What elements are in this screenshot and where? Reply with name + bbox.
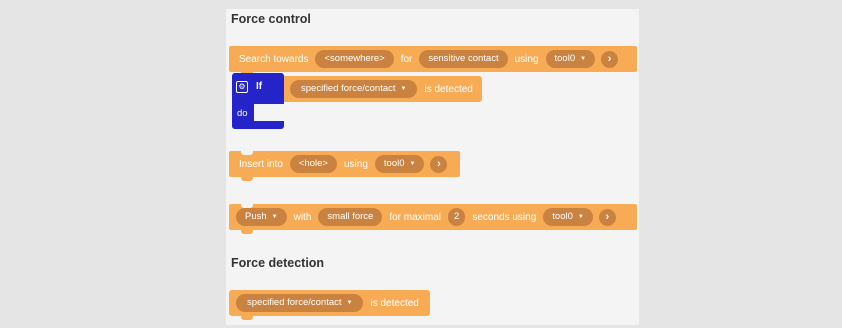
dropdown-caret-icon: ▼	[346, 300, 353, 306]
is-detected-label: is detected	[370, 297, 419, 309]
gear-icon[interactable]: ⚙	[236, 81, 248, 93]
do-label: do	[237, 108, 248, 119]
push-dropdown[interactable]: Push ▼	[236, 208, 287, 226]
if-block[interactable]: ⚙ If do	[232, 73, 284, 129]
insert-into-block[interactable]: Insert into <hole> using tool0 ▼ ›	[229, 151, 460, 181]
condition-dropdown-value: specified force/contact	[301, 83, 396, 94]
condition-dropdown[interactable]: specified force/contact ▼	[290, 80, 418, 98]
tool-dropdown-value: tool0	[554, 53, 576, 64]
push-dropdown-value: Push	[245, 211, 267, 222]
for-label: for	[400, 53, 413, 65]
condition-dropdown-value: specified force/contact	[247, 297, 342, 308]
expand-arrow-icon[interactable]: ›	[601, 50, 619, 68]
insert-into-label: Insert into	[239, 158, 283, 170]
small-force-field[interactable]: small force	[318, 208, 383, 226]
tool-dropdown[interactable]: tool0 ▼	[374, 155, 425, 173]
search-towards-label: Search towards	[239, 53, 309, 65]
tool-dropdown[interactable]: tool0 ▼	[545, 50, 596, 68]
dropdown-caret-icon: ▼	[580, 56, 587, 62]
seconds-using-label: seconds using	[472, 211, 537, 223]
expand-arrow-icon[interactable]: ›	[430, 155, 448, 173]
if-label: If	[256, 81, 263, 92]
is-detected-label: is detected	[424, 83, 473, 95]
tool-dropdown[interactable]: tool0 ▼	[543, 208, 593, 226]
expand-arrow-icon[interactable]: ›	[598, 208, 616, 226]
force-control-heading: Force control	[231, 12, 311, 26]
push-block[interactable]: Push ▼ with small force for maximal 2 sec…	[229, 204, 637, 234]
using-label: using	[514, 53, 539, 65]
dropdown-caret-icon: ▼	[409, 161, 416, 167]
using-label: using	[343, 158, 368, 170]
with-label: with	[293, 211, 312, 223]
hole-input[interactable]: <hole>	[289, 155, 337, 173]
dropdown-caret-icon: ▼	[400, 86, 407, 92]
seconds-input[interactable]: 2	[448, 208, 466, 226]
sensitive-contact-field[interactable]: sensitive contact	[419, 50, 508, 68]
if-block-footer	[232, 121, 284, 129]
condition-dropdown[interactable]: specified force/contact ▼	[236, 294, 364, 312]
if-condition-block[interactable]: specified force/contact ▼ is detected	[284, 76, 482, 102]
force-detection-heading: Force detection	[231, 256, 325, 270]
tool-dropdown-value: tool0	[383, 158, 405, 169]
detection-block[interactable]: specified force/contact ▼ is detected	[229, 290, 430, 320]
dropdown-caret-icon: ▼	[271, 214, 278, 220]
tool-dropdown-value: tool0	[552, 211, 573, 222]
somewhere-input[interactable]: <somewhere>	[315, 50, 394, 68]
search-towards-block[interactable]: Search towards <somewhere> for sensitive…	[229, 46, 637, 76]
dropdown-caret-icon: ▼	[577, 214, 584, 220]
for-maximal-label: for maximal	[389, 211, 442, 223]
